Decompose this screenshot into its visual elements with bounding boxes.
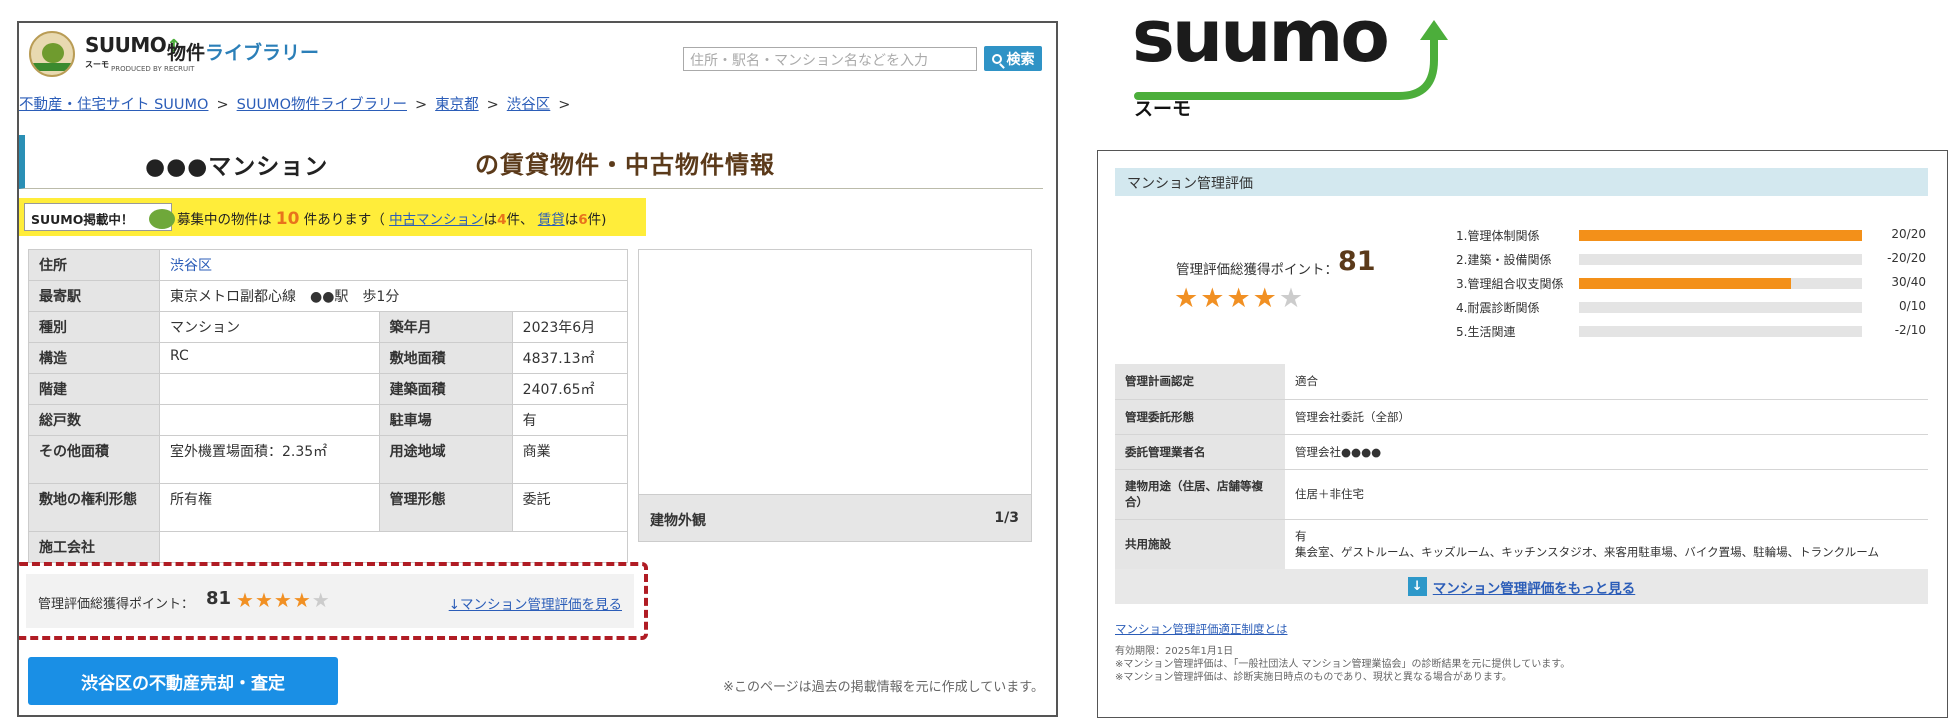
address-link[interactable]: 渋谷区 — [170, 258, 212, 274]
photo-counter: 1/3 — [994, 510, 1019, 526]
building-name: ●●●マンション — [145, 154, 329, 180]
table-row: 種別 マンション 築年月 2023年6月 — [28, 311, 629, 343]
star-filled-icon: ★ — [1174, 283, 1201, 314]
breadcrumb-link-library[interactable]: SUUMO物件ライブラリー — [237, 97, 407, 113]
table-row: 総戸数 駐車場 有 — [28, 404, 629, 436]
logo-arrow-icon — [1134, 20, 1448, 100]
management-eval-panel: マンション管理評価 管理評価総獲得ポイント： 81 ★★★★★ 1.管理体制関係… — [1097, 150, 1948, 718]
search-icon — [991, 53, 1002, 64]
listing-notice: SUUMO掲載中！ 募集中の物件は 10 件あります（ 中古マンションは4件、 … — [19, 198, 646, 236]
progress-bar — [1579, 302, 1862, 313]
section-heading: マンション管理評価 — [1115, 168, 1928, 196]
property-table: 住所 渋谷区 最寄駅 東京メトロ副都心線 ●●駅 歩1分 種別 マンション 築年… — [28, 249, 629, 563]
eval-item: 5.生活関連 -2/10 — [1456, 323, 1926, 339]
star-rating: ★★★★★ — [1174, 283, 1305, 314]
listing-count: 10 — [275, 209, 300, 229]
eval-notes: 有効期限：2025年1月1日 ※マンション管理評価は、「一般社団法人 マンション… — [1115, 646, 1571, 683]
table-row: 管理委託形態 管理会社委託（全部） — [1115, 399, 1928, 435]
table-row: 住所 渋谷区 — [28, 249, 628, 281]
suumo-big-logo: suumo スーモ — [1116, 0, 1466, 128]
table-row: 階建 建築面積 2407.65㎡ — [28, 373, 629, 405]
star-empty-icon: ★ — [311, 588, 331, 612]
table-row: 共用施設 有集会室、ゲストルーム、キッズルーム、キッチンスタジオ、来客用駐車場、… — [1115, 519, 1928, 570]
management-details-table: 管理計画認定 適合 管理委託形態 管理会社委託（全部） 委託管理業者名 管理会社… — [1115, 364, 1928, 570]
breadcrumb-link-tokyo[interactable]: 東京都 — [435, 97, 479, 113]
rental-link[interactable]: 賃貸 — [538, 212, 565, 228]
view-eval-link[interactable]: ↓マンション管理評価を見る — [449, 593, 622, 613]
more-eval-bar[interactable]: ↓ マンション管理評価をもっと見る — [1115, 569, 1928, 604]
used-mansion-link[interactable]: 中古マンション — [389, 212, 484, 228]
breadcrumb: 不動産・住宅サイト SUUMO > SUUMO物件ライブラリー > 東京都 > 渋谷区 > — [19, 97, 571, 113]
table-row: 管理計画認定 適合 — [1115, 364, 1928, 400]
eval-item: 1.管理体制関係 20/20 — [1456, 227, 1926, 243]
progress-bar — [1579, 278, 1862, 289]
library-logo[interactable]: 物件ライブラリー — [167, 38, 319, 65]
eval-item: 4.耐震診断関係 0/10 — [1456, 299, 1926, 315]
star-empty-icon: ★ — [1278, 283, 1306, 314]
produced-by: PRODUCED BY RECRUIT — [111, 65, 195, 73]
sell-assessment-button[interactable]: 渋谷区の不動産売却・査定 — [28, 657, 338, 705]
table-row: 敷地の権利形態 所有権 管理形態 委託 — [28, 483, 629, 532]
star-filled-icon: ★ — [292, 588, 312, 612]
listing-badge: SUUMO掲載中！ — [24, 203, 175, 231]
progress-bar — [1579, 254, 1862, 265]
photo-label: 建物外観 — [650, 513, 706, 529]
search-input[interactable]: 住所・駅名・マンション名などを入力 — [683, 47, 977, 71]
more-eval-link[interactable]: マンション管理評価をもっと見る — [1433, 577, 1636, 597]
table-row: 構造 RC 敷地面積 4837.13㎡ — [28, 342, 629, 374]
total-points-label: 管理評価総獲得ポイント： — [1176, 262, 1338, 278]
eval-item: 2.建築・設備関係 -20/20 — [1456, 251, 1926, 267]
progress-bar — [1579, 326, 1862, 337]
star-filled-icon: ★ — [1200, 283, 1227, 314]
brand-kana: スーモ — [85, 60, 109, 69]
title-suffix: の賃貸物件・中古物件情報 — [475, 151, 775, 179]
table-row: 建物用途（住居、店舗等複合） 住居＋非住宅 — [1115, 469, 1928, 520]
photo-caption-bar: 建物外観 1/3 — [638, 494, 1032, 542]
star-filled-icon: ★ — [1252, 283, 1279, 314]
total-points-value: 81 — [1338, 246, 1376, 277]
library-page-panel: SUUMO↑ 物件ライブラリー スーモ PRODUCED BY RECRUIT … — [17, 21, 1058, 717]
breadcrumb-link-shibuya[interactable]: 渋谷区 — [507, 97, 551, 113]
breadcrumb-link-suumo[interactable]: 不動産・住宅サイト SUUMO — [19, 97, 208, 113]
cert-system-link[interactable]: マンション管理評価適正制度とは — [1115, 621, 1288, 637]
mascot-icon — [149, 209, 175, 229]
star-filled-icon: ★ — [1226, 283, 1253, 314]
star-filled-icon: ★ — [273, 588, 293, 612]
eval-item: 3.管理組合収支関係 30/40 — [1456, 275, 1926, 291]
table-row: その他面積 室外機置場面積：2.35㎡ 用途地域 商業 — [28, 435, 629, 484]
search-button[interactable]: 検索 — [984, 46, 1042, 71]
star-rating: ★★★★★ — [236, 588, 331, 612]
eval-item-list: 1.管理体制関係 20/20 2.建築・設備関係 -20/20 3.管理組合収支関係… — [1456, 223, 1926, 343]
footnote: ※このページは過去の掲載情報を元に作成しています。 — [723, 680, 1044, 695]
star-filled-icon: ★ — [254, 588, 274, 612]
down-arrow-icon: ↓ — [1407, 577, 1427, 596]
table-row: 施工会社 — [28, 531, 628, 563]
management-eval-summary: 管理評価総獲得ポイント： 81 ★★★★★ ↓マンション管理評価を見る — [26, 574, 634, 628]
highlight-dashed-box: 管理評価総獲得ポイント： 81 ★★★★★ ↓マンション管理評価を見る — [19, 562, 648, 640]
mascot-emblem-icon[interactable] — [29, 31, 75, 77]
page-title: ●●●マンション の賃貸物件・中古物件情報 — [19, 135, 1043, 189]
notice-text: 募集中の物件は 10 件あります（ 中古マンションは4件、 賃貸は6件) — [177, 209, 607, 229]
table-row: 委託管理業者名 管理会社●●●● — [1115, 434, 1928, 470]
star-filled-icon: ★ — [236, 588, 255, 612]
table-row: 最寄駅 東京メトロ副都心線 ●●駅 歩1分 — [28, 280, 628, 312]
logo-kana: スーモ — [1134, 98, 1192, 120]
progress-bar — [1579, 230, 1862, 241]
site-header: SUUMO↑ 物件ライブラリー スーモ PRODUCED BY RECRUIT … — [19, 23, 1056, 79]
eval-score: 81 — [206, 588, 232, 609]
